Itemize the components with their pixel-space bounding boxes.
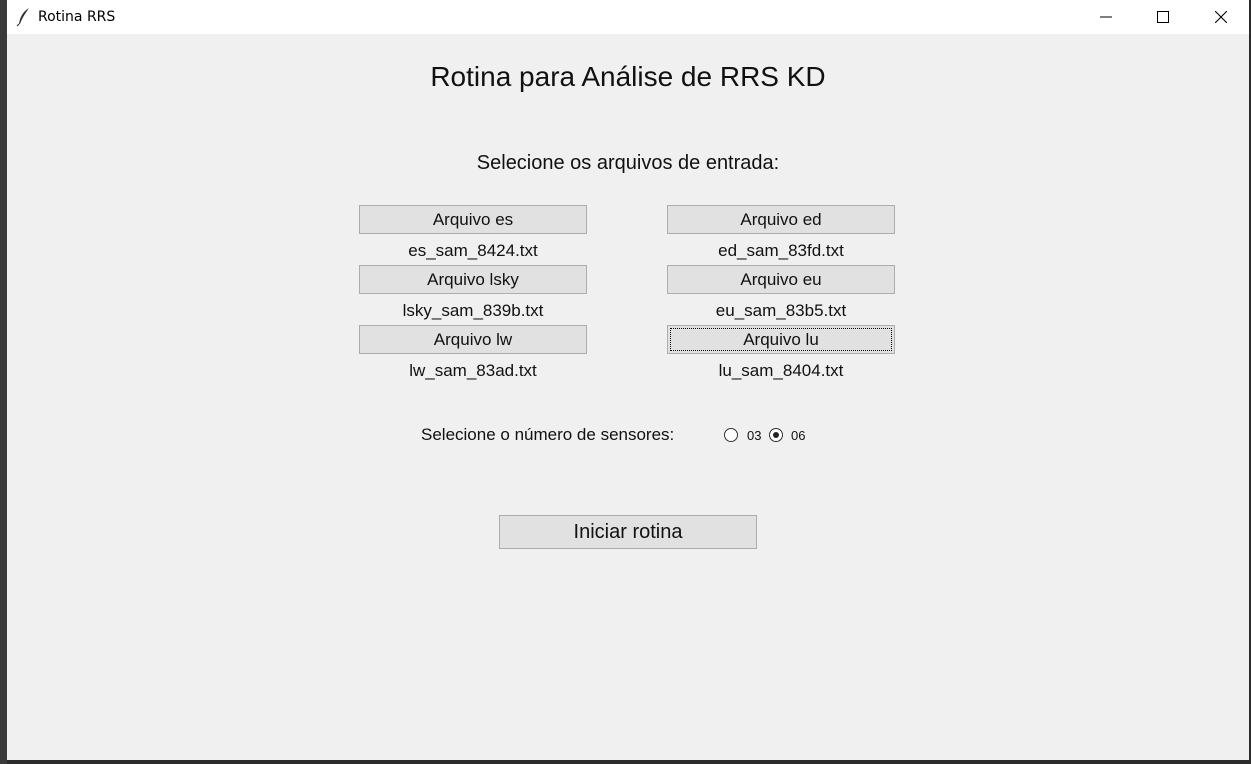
start-routine-button[interactable]: Iniciar rotina — [499, 515, 757, 549]
file-lu-button[interactable]: Arquivo lu — [667, 325, 895, 354]
sensor-radio-03[interactable] — [724, 428, 738, 442]
background-strip — [0, 0, 7, 764]
page-title: Rotina para Análise de RRS KD — [430, 61, 826, 92]
file-ed-button[interactable]: Arquivo ed — [667, 205, 895, 234]
title-bar: Rotina RRS — [7, 0, 1249, 34]
close-icon — [1215, 11, 1227, 23]
file-es-button[interactable]: Arquivo es — [359, 205, 587, 234]
file-eu-label: eu_sam_83b5.txt — [715, 301, 847, 320]
file-eu-button[interactable]: Arquivo eu — [667, 265, 895, 294]
minimize-icon — [1100, 16, 1112, 18]
sensor-option-03-label: 03 — [747, 428, 762, 443]
maximize-icon — [1157, 11, 1169, 23]
file-lsky-label: lsky_sam_839b.txt — [402, 301, 544, 320]
window-title: Rotina RRS — [38, 9, 116, 25]
input-files-heading: Selecione os arquivos de entrada: — [476, 152, 780, 174]
file-ed-label: ed_sam_83fd.txt — [718, 241, 844, 260]
maximize-button[interactable] — [1140, 0, 1186, 34]
file-lsky-button[interactable]: Arquivo lsky — [359, 265, 587, 294]
minimize-button[interactable] — [1083, 0, 1129, 34]
sensor-option-06-label: 06 — [791, 428, 806, 443]
app-window: Rotina RRS Rotina para Análise de RRS KD… — [7, 0, 1249, 760]
sensor-count-label: Selecione o número de sensores: — [421, 425, 675, 444]
feather-icon — [15, 7, 33, 27]
file-lu-label: lu_sam_8404.txt — [718, 361, 844, 380]
file-lw-button[interactable]: Arquivo lw — [359, 325, 587, 354]
file-lw-label: lw_sam_83ad.txt — [409, 361, 537, 380]
file-es-label: es_sam_8424.txt — [408, 241, 538, 260]
sensor-radio-06[interactable] — [769, 428, 783, 442]
close-button[interactable] — [1198, 0, 1244, 34]
